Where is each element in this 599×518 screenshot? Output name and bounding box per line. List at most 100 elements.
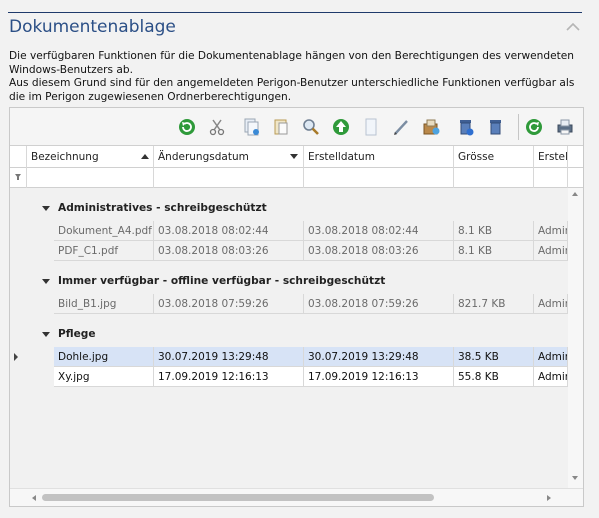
copy-document-button[interactable] bbox=[241, 117, 261, 137]
table-row-selected[interactable]: Dohle.jpg 30.07.2019 13:29:48 30.07.2019… bbox=[10, 347, 568, 367]
paste-document-button[interactable] bbox=[271, 117, 291, 137]
table-row[interactable]: Xy.jpg 17.09.2019 12:16:13 17.09.2019 12… bbox=[10, 367, 568, 387]
cell-created: 03.08.2018 08:03:26 bbox=[304, 241, 454, 261]
header-selector-cell bbox=[10, 146, 27, 168]
filter-created-input[interactable] bbox=[304, 168, 454, 188]
grid-toolbar bbox=[10, 108, 583, 146]
cell-created: 30.07.2019 13:29:48 bbox=[304, 347, 454, 367]
scroll-left-arrow-icon[interactable] bbox=[32, 495, 36, 501]
filter-row bbox=[10, 168, 583, 188]
new-document-icon bbox=[365, 118, 377, 136]
cell-name: Dokument_A4.pdf bbox=[54, 221, 154, 241]
delete-alt-button[interactable] bbox=[486, 117, 506, 137]
cell-creator: Admin bbox=[534, 347, 568, 367]
upload-button[interactable] bbox=[331, 117, 351, 137]
cell-creator: Admin bbox=[534, 367, 568, 387]
vertical-scrollbar[interactable] bbox=[568, 188, 583, 488]
cell-modified: 17.09.2019 12:16:13 bbox=[154, 367, 304, 387]
paste-document-icon bbox=[274, 119, 288, 135]
print-icon bbox=[557, 119, 573, 135]
cut-icon bbox=[209, 119, 225, 136]
column-header-created[interactable]: Erstelldatum bbox=[304, 146, 454, 168]
cell-modified: 03.08.2018 08:03:26 bbox=[154, 241, 304, 261]
edit-button[interactable] bbox=[391, 117, 411, 137]
column-header-creator[interactable]: Erstell bbox=[534, 146, 568, 168]
column-header-size-label: Grösse bbox=[458, 151, 495, 163]
cell-modified: 30.07.2019 13:29:48 bbox=[154, 347, 304, 367]
collapse-chevron-icon[interactable] bbox=[566, 22, 580, 32]
panel-title: Dokumentenablage bbox=[9, 17, 176, 37]
document-grid: Bezeichnung Änderungsdatum Erstelldatum … bbox=[9, 107, 584, 507]
scroll-down-arrow-icon[interactable] bbox=[572, 476, 578, 480]
reload-icon bbox=[526, 119, 542, 135]
column-header-modified[interactable]: Änderungsdatum bbox=[154, 146, 304, 168]
upload-icon bbox=[333, 119, 349, 135]
refresh-icon bbox=[179, 119, 195, 135]
edit-pencil-icon bbox=[394, 120, 408, 135]
cell-size: 55.8 KB bbox=[454, 367, 534, 387]
column-header-name[interactable]: Bezeichnung bbox=[27, 146, 154, 168]
group-header[interactable]: Pflege bbox=[10, 323, 568, 345]
cell-size: 38.5 KB bbox=[454, 347, 534, 367]
panel-top-rule bbox=[8, 12, 582, 13]
table-row[interactable]: PDF_C1.pdf 03.08.2018 08:03:26 03.08.201… bbox=[10, 241, 568, 261]
cell-size: 8.1 KB bbox=[454, 241, 534, 261]
horizontal-scrollbar[interactable] bbox=[10, 488, 583, 506]
cell-size: 821.7 KB bbox=[454, 294, 534, 314]
delete-bin-icon bbox=[460, 120, 474, 136]
scroll-up-arrow-icon[interactable] bbox=[572, 192, 578, 196]
table-row[interactable]: Bild_B1.jpg 03.08.2018 07:59:26 03.08.20… bbox=[10, 294, 568, 314]
cell-name: PDF_C1.pdf bbox=[54, 241, 154, 261]
reload-button[interactable] bbox=[524, 117, 544, 137]
cell-name: Xy.jpg bbox=[54, 367, 154, 387]
column-header-creator-label: Erstell bbox=[538, 151, 568, 163]
group-label: Administratives - schreibgeschützt bbox=[58, 202, 267, 214]
current-row-indicator-icon bbox=[14, 353, 18, 361]
cell-name: Bild_B1.jpg bbox=[54, 294, 154, 314]
filter-size-input[interactable] bbox=[454, 168, 534, 188]
search-button[interactable] bbox=[301, 117, 321, 137]
group-collapse-icon[interactable] bbox=[42, 332, 50, 337]
print-button[interactable] bbox=[555, 117, 575, 137]
cell-creator: Admin bbox=[534, 294, 568, 314]
delete-bin-alt-icon bbox=[490, 120, 501, 135]
archive-box-icon bbox=[423, 119, 440, 135]
new-document-button[interactable] bbox=[361, 117, 381, 137]
column-header-created-label: Erstelldatum bbox=[308, 151, 375, 163]
cell-creator: Admin bbox=[534, 241, 568, 261]
panel-description: Die verfügbaren Funktionen für die Dokum… bbox=[9, 50, 589, 104]
cell-created: 17.09.2019 12:16:13 bbox=[304, 367, 454, 387]
sort-ascending-icon bbox=[141, 154, 149, 159]
filter-funnel-cell[interactable] bbox=[10, 168, 27, 188]
description-line-1: Die verfügbaren Funktionen für die Dokum… bbox=[9, 50, 575, 76]
archive-button[interactable] bbox=[421, 117, 441, 137]
cell-created: 03.08.2018 07:59:26 bbox=[304, 294, 454, 314]
group-header[interactable]: Administratives - schreibgeschützt bbox=[10, 197, 568, 219]
column-header-size[interactable]: Grösse bbox=[454, 146, 534, 168]
refresh-button[interactable] bbox=[177, 117, 197, 137]
cut-button[interactable] bbox=[207, 117, 227, 137]
filter-name-input[interactable] bbox=[27, 168, 154, 188]
filter-modified-input[interactable] bbox=[154, 168, 304, 188]
group-label: Immer verfügbar - offline verfügbar - sc… bbox=[58, 275, 386, 287]
copy-document-icon bbox=[244, 118, 259, 136]
column-header-name-label: Bezeichnung bbox=[31, 151, 99, 163]
table-row[interactable]: Dokument_A4.pdf 03.08.2018 08:02:44 03.0… bbox=[10, 221, 568, 241]
cell-modified: 03.08.2018 07:59:26 bbox=[154, 294, 304, 314]
group-collapse-icon[interactable] bbox=[42, 206, 50, 211]
group-label: Pflege bbox=[58, 328, 96, 340]
description-line-2: Aus diesem Grund sind für den angemeldet… bbox=[9, 77, 575, 103]
filter-creator-input[interactable] bbox=[534, 168, 568, 188]
delete-button[interactable] bbox=[456, 117, 476, 137]
horizontal-scroll-thumb[interactable] bbox=[42, 494, 434, 501]
group-header[interactable]: Immer verfügbar - offline verfügbar - sc… bbox=[10, 270, 568, 292]
group-collapse-icon[interactable] bbox=[42, 279, 50, 284]
toolbar-separator bbox=[518, 114, 519, 140]
cell-size: 8.1 KB bbox=[454, 221, 534, 241]
cell-creator: Admin bbox=[534, 221, 568, 241]
scroll-right-arrow-icon[interactable] bbox=[547, 495, 551, 501]
cell-name: Dohle.jpg bbox=[54, 347, 154, 367]
search-icon bbox=[303, 119, 319, 135]
grid-body: Administratives - schreibgeschützt Dokum… bbox=[10, 188, 568, 488]
cell-created: 03.08.2018 08:02:44 bbox=[304, 221, 454, 241]
